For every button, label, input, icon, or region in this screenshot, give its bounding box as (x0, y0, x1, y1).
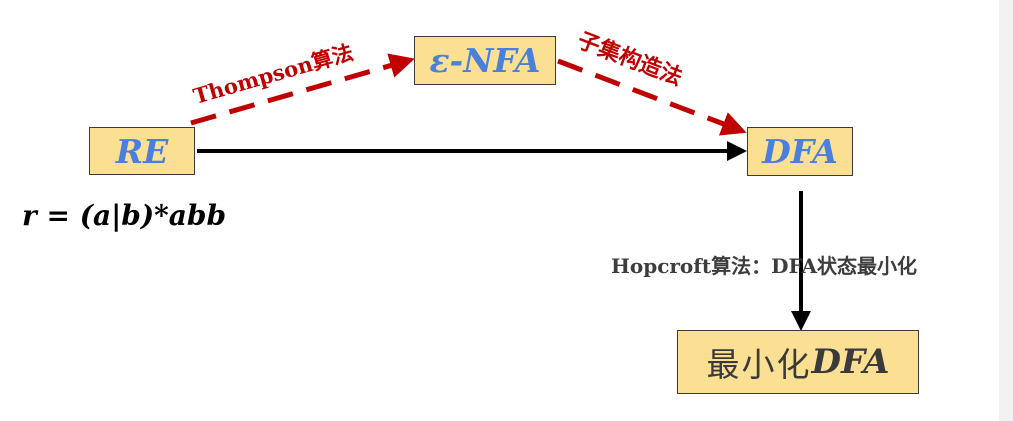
regex-expression: r = (a|b)*abb (22, 199, 227, 232)
node-epsilon-nfa-label: ε-NFA (429, 41, 541, 80)
node-dfa-label: DFA (762, 132, 838, 171)
subset-construction-label: 子集构造法 (574, 27, 686, 91)
hopcroft-label: Hopcroft算法：DFA状态最小化 (611, 254, 918, 278)
node-re: RE (89, 127, 195, 175)
node-minimized-dfa-cn-label: 最小化 (706, 345, 812, 384)
node-dfa: DFA (747, 127, 853, 176)
node-re-label: RE (115, 131, 169, 171)
node-minimized-dfa: 最小化 DFA (677, 330, 919, 394)
node-epsilon-nfa: ε-NFA (414, 36, 556, 85)
node-minimized-dfa-en-label: DFA (811, 342, 890, 382)
